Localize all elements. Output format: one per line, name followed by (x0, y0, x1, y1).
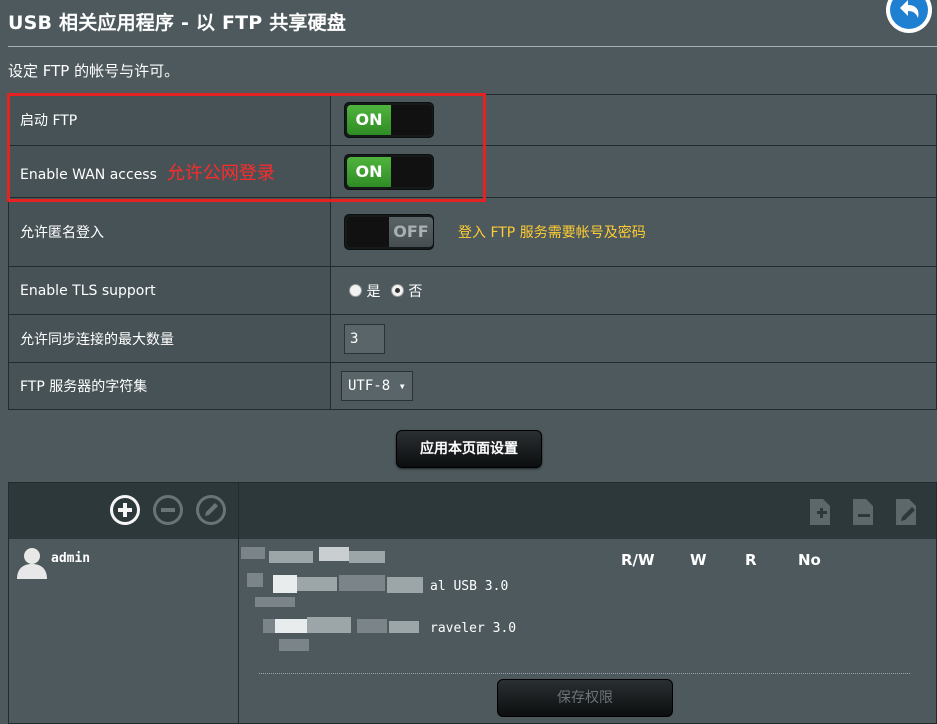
column-read-write: R/W (621, 551, 655, 569)
add-account-icon[interactable] (108, 493, 142, 527)
permissions-divider (259, 673, 910, 674)
charset-label: FTP 服务器的字符集 (8, 362, 331, 410)
edit-account-icon[interactable] (194, 493, 228, 527)
enable-ftp-row: 启动 FTP ON (8, 94, 937, 146)
ftp-settings-table: 启动 FTP ON Enable WAN access 允许公网登录 ON 允许匿… (8, 94, 937, 410)
edit-folder-icon[interactable] (893, 497, 919, 527)
tls-no-radio[interactable] (390, 283, 404, 297)
device-name-1: al USB 3.0 (430, 579, 509, 594)
toggle-on-label: ON (347, 156, 391, 187)
toggle-off-label: OFF (389, 217, 433, 247)
account-permissions-panel: admin R/W W R No al USB 3.0 raveler 3.0 … (8, 482, 937, 724)
anonymous-login-label: 允许匿名登入 (8, 197, 331, 267)
wan-access-row: Enable WAN access 允许公网登录 ON (8, 145, 937, 198)
toggle-on-label: ON (347, 105, 391, 135)
max-connections-input[interactable]: 3 (344, 323, 385, 354)
account-toolbar (9, 483, 239, 539)
column-no-access: No (798, 551, 821, 569)
charset-value: UTF-8 (348, 378, 391, 394)
wan-access-toggle[interactable]: ON (344, 153, 434, 190)
page-title: USB 相关应用程序 - 以 FTP 共享硬盘 (8, 12, 347, 34)
tls-yes-radio[interactable] (349, 283, 362, 297)
back-arrow-icon[interactable] (884, 0, 934, 36)
max-connections-row: 允许同步连接的最大数量 3 (8, 314, 937, 363)
enable-ftp-label: 启动 FTP (8, 94, 331, 146)
save-permissions-button[interactable]: 保存权限 (497, 679, 673, 717)
user-item-admin[interactable]: admin (15, 543, 225, 583)
column-write: W (690, 551, 707, 569)
charset-select[interactable]: UTF-8 ▾ (341, 371, 413, 401)
folder-toolbar (239, 483, 936, 539)
enable-ftp-toggle[interactable]: ON (344, 102, 434, 138)
apply-settings-button[interactable]: 应用本页面设置 (396, 430, 542, 468)
remove-account-icon[interactable] (151, 493, 185, 527)
wan-access-annotation: 允许公网登录 (166, 162, 275, 184)
user-list: admin (9, 539, 239, 723)
max-connections-label: 允许同步连接的最大数量 (8, 314, 331, 363)
user-name: admin (51, 551, 91, 566)
tls-no-label: 否 (408, 283, 423, 300)
anonymous-login-toggle[interactable]: OFF (344, 214, 434, 250)
tls-yes-label: 是 (366, 283, 381, 300)
folder-permissions: R/W W R No al USB 3.0 raveler 3.0 保存权限 (239, 539, 936, 723)
redacted-device-name (239, 539, 429, 659)
anonymous-login-row: 允许匿名登入 OFF 登入 FTP 服务需要帐号及密码 (8, 197, 937, 267)
tls-support-label: Enable TLS support (8, 266, 331, 315)
anonymous-login-hint: 登入 FTP 服务需要帐号及密码 (458, 225, 646, 241)
user-icon (17, 548, 47, 579)
page-description: 设定 FTP 的帐号与许可。 (8, 62, 180, 80)
column-read: R (745, 551, 757, 569)
tls-support-row: Enable TLS support 是 否 (8, 266, 937, 315)
delete-folder-icon[interactable] (850, 497, 876, 527)
wan-access-label: Enable WAN access (20, 166, 157, 183)
charset-row: FTP 服务器的字符集 UTF-8 ▾ (8, 362, 937, 410)
chevron-down-icon: ▾ (398, 379, 406, 393)
add-folder-icon[interactable] (807, 497, 833, 527)
title-divider (8, 46, 937, 47)
device-name-2: raveler 3.0 (430, 621, 517, 636)
